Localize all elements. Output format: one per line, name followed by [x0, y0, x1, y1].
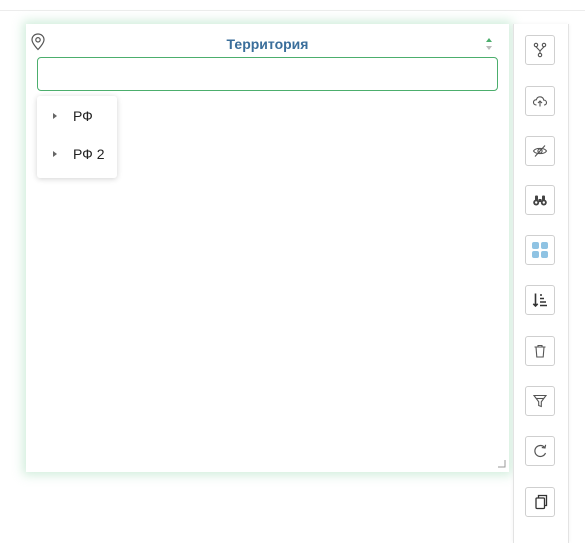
- caret-right-icon[interactable]: [52, 112, 58, 120]
- eye-off-icon: [532, 145, 548, 157]
- filter-icon: [532, 394, 548, 408]
- sort-arrows-icon[interactable]: [484, 36, 494, 52]
- upload-button[interactable]: [525, 86, 555, 116]
- hide-button[interactable]: [525, 136, 555, 166]
- search-input[interactable]: [37, 57, 498, 91]
- panel-title: Территория: [226, 36, 309, 52]
- tree-item-label: РФ 2: [73, 146, 105, 162]
- find-button[interactable]: [525, 185, 555, 215]
- trash-icon: [534, 344, 546, 358]
- sort-icon: [532, 293, 547, 308]
- grid-icon: [532, 242, 548, 258]
- panel-header: Территория: [26, 24, 509, 58]
- tree-item-rf-2[interactable]: РФ 2: [37, 140, 117, 168]
- branch-icon: [533, 42, 547, 58]
- territory-panel: Территория РФ РФ 2: [26, 24, 509, 472]
- top-divider: [0, 10, 585, 11]
- caret-right-icon[interactable]: [52, 150, 58, 158]
- side-toolbar: [513, 24, 569, 543]
- tree-dropdown: РФ РФ 2: [37, 96, 117, 178]
- sort-button[interactable]: [525, 285, 555, 315]
- filter-button[interactable]: [525, 386, 555, 416]
- refresh-button[interactable]: [525, 436, 555, 466]
- tree-item-rf[interactable]: РФ: [37, 102, 117, 130]
- branch-button[interactable]: [525, 35, 555, 65]
- copy-icon: [535, 494, 548, 510]
- resize-handle-icon[interactable]: [498, 460, 506, 468]
- cloud-upload-icon: [532, 96, 548, 107]
- refresh-icon: [534, 444, 547, 458]
- tree-item-label: РФ: [73, 108, 93, 124]
- delete-button[interactable]: [525, 336, 555, 366]
- copy-button[interactable]: [525, 487, 555, 517]
- grid-button[interactable]: [525, 235, 555, 265]
- binoculars-icon: [533, 195, 547, 206]
